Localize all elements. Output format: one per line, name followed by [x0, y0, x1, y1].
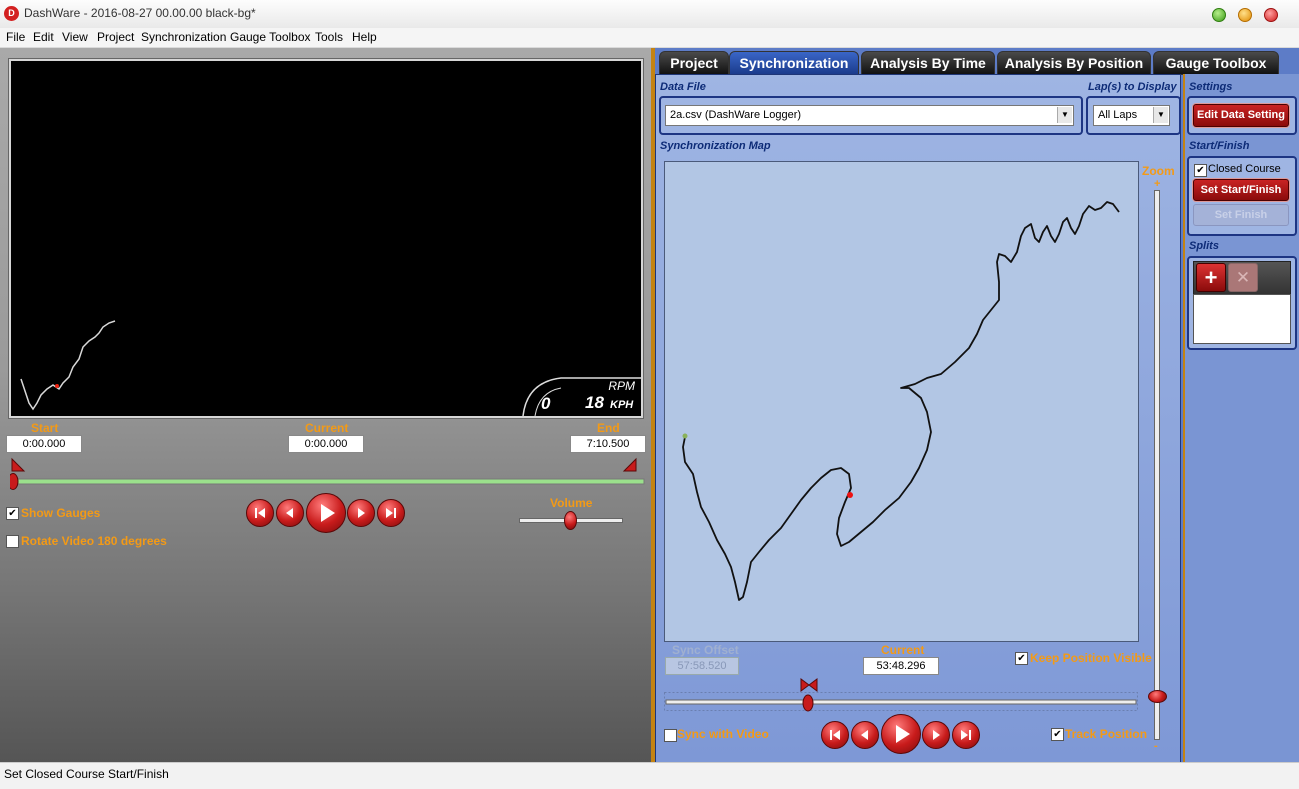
track-position-checkbox[interactable]: ✔ [1051, 728, 1064, 741]
menu-project[interactable]: Project [97, 30, 134, 44]
menu-edit[interactable]: Edit [33, 30, 54, 44]
data-file-label: Data File [660, 81, 706, 93]
set-start-finish-button[interactable]: Set Start/Finish [1193, 179, 1289, 201]
menu-gauge-toolbox[interactable]: Gauge Toolbox [230, 30, 311, 44]
closed-course-checkbox[interactable]: ✔ [1194, 164, 1207, 177]
step-forward-button[interactable] [347, 499, 375, 527]
laps-select[interactable]: All Laps ▼ [1093, 105, 1170, 126]
minimize-button[interactable] [1212, 8, 1226, 22]
sync-map-label: Synchronization Map [660, 140, 771, 152]
settings-label: Settings [1189, 81, 1233, 93]
menu-synchronization[interactable]: Synchronization [141, 30, 226, 44]
timeline-track [11, 478, 645, 485]
volume-label: Volume [550, 496, 593, 510]
video-timeline[interactable] [10, 457, 650, 491]
show-gauges-label: Show Gauges [21, 506, 101, 520]
sync-offset-field: 57:58.520 [665, 657, 739, 675]
closed-course-label: Closed Course [1208, 163, 1281, 175]
chevron-down-icon: ▼ [1057, 107, 1072, 123]
sync-with-video-checkbox[interactable] [664, 729, 677, 742]
video-preview[interactable]: RPM 0 18 KPH [9, 59, 643, 418]
gauge-rpm-label: RPM [608, 379, 635, 393]
sync-map[interactable] [664, 161, 1139, 642]
menu-help[interactable]: Help [352, 30, 377, 44]
splits-list[interactable] [1193, 294, 1291, 344]
keep-position-visible-checkbox[interactable]: ✔ [1015, 652, 1028, 665]
menu-file[interactable]: File [6, 30, 25, 44]
sync-with-video-label: Sync with Video [677, 727, 769, 741]
tab-analysis-by-time[interactable]: Analysis By Time [861, 51, 995, 75]
end-time-field[interactable]: 7:10.500 [570, 435, 646, 453]
menu-view[interactable]: View [62, 30, 88, 44]
laps-label: Lap(s) to Display [1088, 81, 1177, 93]
menu-tools[interactable]: Tools [315, 30, 343, 44]
app-logo-icon: D [4, 6, 19, 21]
start-label: Start [31, 421, 59, 435]
tab-synchronization[interactable]: Synchronization [729, 51, 859, 75]
tab-gauge-toolbox[interactable]: Gauge Toolbox [1153, 51, 1279, 75]
set-finish-button: Set Finish [1193, 204, 1289, 226]
window-title: DashWare - 2016-08-27 00.00.00 black-bg* [24, 6, 256, 20]
mini-track-map [20, 320, 116, 411]
map-step-back-button[interactable] [851, 721, 879, 749]
start-time-field[interactable]: 0:00.000 [6, 435, 82, 453]
show-gauges-checkbox[interactable]: ✔ [6, 507, 19, 520]
close-button[interactable] [1264, 8, 1278, 22]
gauge-rpm-value: 0 [541, 394, 551, 413]
map-skip-to-start-button[interactable] [821, 721, 849, 749]
add-split-icon[interactable]: + [1196, 263, 1226, 292]
chevron-down-icon: ▼ [1153, 107, 1168, 123]
data-file-select[interactable]: 2a.csv (DashWare Logger) ▼ [665, 105, 1074, 126]
sync-thumb[interactable] [802, 694, 814, 712]
zoom-plus-label: + [1154, 178, 1161, 190]
current-time-field[interactable]: 0:00.000 [288, 435, 364, 453]
status-bar [0, 762, 1299, 789]
start-finish-label: Start/Finish [1189, 140, 1250, 152]
sync-offset-label: Sync Offset [672, 643, 739, 657]
keep-position-visible-label: Keep Position Visible [1030, 651, 1152, 665]
menu-bar: File Edit View Project Synchronization G… [0, 28, 1299, 48]
volume-thumb[interactable] [564, 511, 577, 530]
sync-marker-icon[interactable] [800, 678, 818, 692]
timeline-thumb[interactable] [10, 473, 19, 490]
sync-current-field[interactable]: 53:48.296 [863, 657, 939, 675]
map-skip-to-end-button[interactable] [952, 721, 980, 749]
rotate-video-label: Rotate Video 180 degrees [21, 534, 167, 548]
maximize-button[interactable] [1238, 8, 1252, 22]
zoom-label: Zoom [1142, 164, 1175, 178]
tab-analysis-by-position[interactable]: Analysis By Position [997, 51, 1151, 75]
sync-track [665, 699, 1137, 705]
step-back-button[interactable] [276, 499, 304, 527]
rotate-video-checkbox[interactable] [6, 535, 19, 548]
splits-label: Splits [1189, 240, 1219, 252]
edit-data-settings-button[interactable]: Edit Data Setting [1193, 104, 1289, 127]
current-label: Current [305, 421, 349, 435]
skip-to-start-button[interactable] [246, 499, 274, 527]
data-file-value: 2a.csv (DashWare Logger) [670, 109, 802, 121]
end-label: End [597, 421, 620, 435]
start-marker-icon[interactable] [11, 457, 26, 472]
sync-timeline[interactable] [664, 676, 1138, 712]
track-path [682, 201, 1120, 601]
map-step-forward-button[interactable] [922, 721, 950, 749]
delete-split-icon: ✕ [1228, 263, 1258, 292]
end-marker-icon[interactable] [622, 457, 637, 472]
sync-current-label: Current [881, 643, 925, 657]
gauge-speed-value: 18 [585, 393, 604, 412]
zoom-minus-label: - [1154, 740, 1158, 752]
tab-project[interactable]: Project [659, 51, 729, 75]
map-play-button[interactable] [881, 714, 921, 754]
zoom-thumb[interactable] [1148, 690, 1167, 703]
skip-to-end-button[interactable] [377, 499, 405, 527]
gauge-speed-unit: KPH [610, 399, 634, 411]
play-button[interactable] [306, 493, 346, 533]
track-position-label: Track Position [1065, 727, 1148, 741]
zoom-track[interactable] [1154, 190, 1160, 740]
status-text: Set Closed Course Start/Finish [4, 767, 169, 781]
laps-value: All Laps [1098, 109, 1138, 121]
